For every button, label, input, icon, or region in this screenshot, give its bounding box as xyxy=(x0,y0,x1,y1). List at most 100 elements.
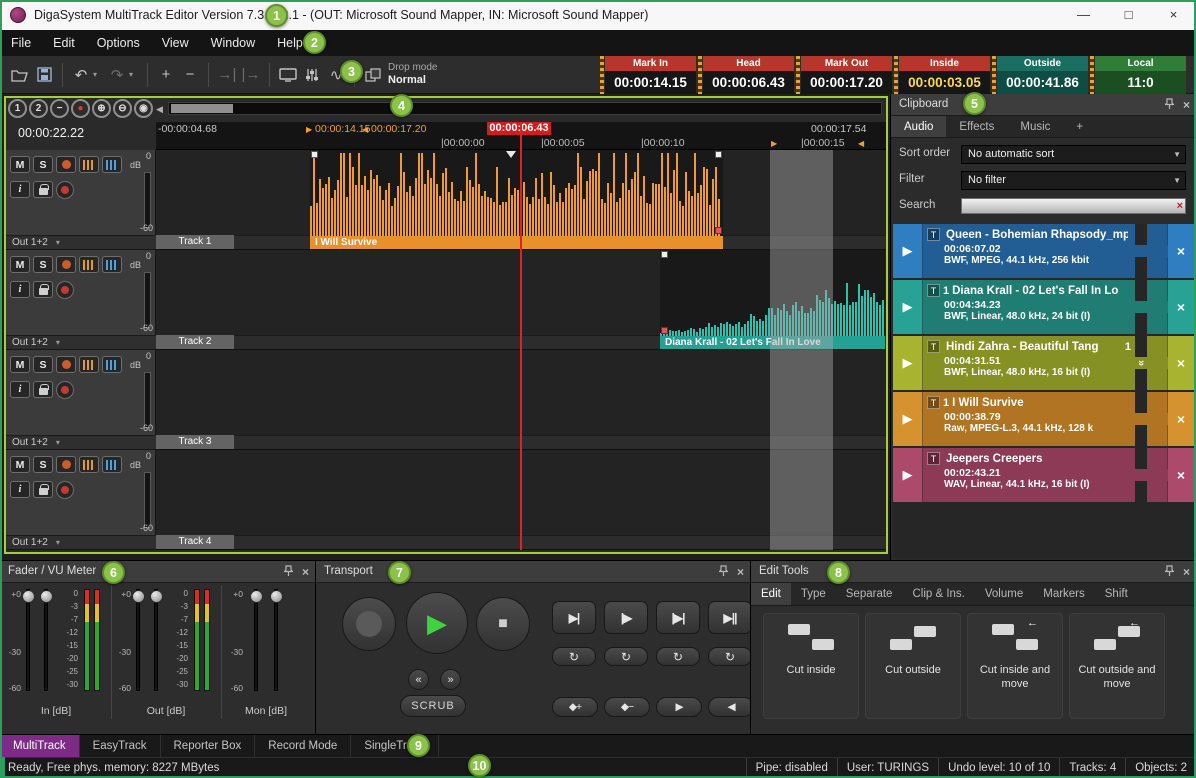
undo-dropdown-icon[interactable]: ▾ xyxy=(93,70,103,79)
play-button[interactable]: ▶ xyxy=(406,592,468,654)
cut-outside-button[interactable]: Cut outside xyxy=(865,613,961,719)
track-name-tab[interactable]: Track 3 xyxy=(156,435,234,449)
rewind-button[interactable]: « xyxy=(408,669,429,690)
output-routing[interactable]: Out 1+2▾ xyxy=(6,435,156,449)
mute-button[interactable]: M xyxy=(10,456,30,473)
add-icon[interactable]: + xyxy=(154,62,178,88)
next-marker-button[interactable]: ▶ xyxy=(656,697,702,717)
remove-marker-button[interactable]: ◆− xyxy=(604,697,650,717)
object-left-icon[interactable]: →| xyxy=(215,62,239,88)
scrollbar-thumb[interactable] xyxy=(171,104,233,113)
lock-button[interactable] xyxy=(33,181,53,198)
scrub-button[interactable]: SCRUB xyxy=(400,695,466,717)
clear-search-icon[interactable]: × xyxy=(1177,199,1183,214)
stop-button[interactable]: ■ xyxy=(476,597,530,651)
tab-volume[interactable]: Volume xyxy=(975,583,1033,605)
record-arm-button[interactable] xyxy=(56,381,74,399)
clip-play-button[interactable]: ▶ xyxy=(893,392,923,446)
playhead[interactable] xyxy=(520,122,522,550)
tab-reporter-box[interactable]: Reporter Box xyxy=(161,735,256,757)
zoom-in-button[interactable]: ⊕ xyxy=(92,99,111,118)
record-arm-button[interactable] xyxy=(56,181,74,199)
clip-play-button[interactable]: ▶ xyxy=(893,336,923,390)
info-button[interactable]: i xyxy=(10,281,30,298)
fader-slider[interactable] xyxy=(44,589,48,691)
fader-knob[interactable] xyxy=(150,590,163,603)
redo-dropdown-icon[interactable]: ▾ xyxy=(129,70,139,79)
clip-type-badge[interactable]: T xyxy=(927,228,940,241)
pin-icon[interactable] xyxy=(284,565,293,580)
vu-meter-button[interactable] xyxy=(79,256,99,273)
tab-edit[interactable]: Edit xyxy=(751,583,791,605)
open-folder-icon[interactable] xyxy=(8,62,32,88)
add-marker-button[interactable]: ◆+ xyxy=(552,697,598,717)
skip-to-end-button[interactable]: ▶| xyxy=(552,601,596,634)
solo-button[interactable]: S xyxy=(33,356,53,373)
clip-type-badge[interactable]: T xyxy=(927,340,940,353)
fader-slider[interactable] xyxy=(254,589,258,691)
lock-button[interactable] xyxy=(33,281,53,298)
menu-edit[interactable]: Edit xyxy=(42,30,86,56)
clip-handle[interactable] xyxy=(715,227,722,234)
tab-shift[interactable]: Shift xyxy=(1095,583,1138,605)
clip-close-button[interactable]: × xyxy=(1167,392,1194,446)
fader-slider[interactable] xyxy=(154,589,158,691)
fader-knob[interactable] xyxy=(270,590,283,603)
tab-music[interactable]: Music xyxy=(1007,116,1063,137)
fader-slider[interactable] xyxy=(136,589,140,691)
remove-icon[interactable]: − xyxy=(178,62,202,88)
loop-button[interactable]: ↻ xyxy=(708,647,752,666)
scroll-left-icon[interactable]: ◀ xyxy=(156,104,163,115)
zoom-out-button[interactable]: ⊖ xyxy=(113,99,132,118)
collapse-button[interactable]: − xyxy=(50,99,69,118)
cut-inside-button[interactable]: Cut inside xyxy=(763,613,859,719)
clip-handle[interactable] xyxy=(311,151,318,158)
record-arm-button[interactable] xyxy=(56,281,74,299)
info-button[interactable]: i xyxy=(10,481,30,498)
play-selection-button[interactable]: |▶| xyxy=(656,601,700,634)
maximize-button[interactable]: □ xyxy=(1106,0,1151,30)
clip-close-button[interactable]: × xyxy=(1167,224,1194,278)
lock-button[interactable] xyxy=(33,381,53,398)
close-panel-button[interactable]: × xyxy=(1183,98,1190,112)
filter-select[interactable]: No filter▼ xyxy=(961,171,1186,190)
menu-file[interactable]: File xyxy=(0,30,42,56)
object-right-icon[interactable]: |→ xyxy=(239,62,263,88)
audio-clip[interactable]: I Will Survive xyxy=(310,150,723,250)
mute-button[interactable]: M xyxy=(10,356,30,373)
layout-1-button[interactable]: 1 xyxy=(8,99,27,118)
info-button[interactable]: i xyxy=(10,381,30,398)
clipboard-entry[interactable]: ▶ T Jeepers Creepers 00:02:43.21 WAV, Li… xyxy=(893,448,1194,502)
monitor-icon[interactable] xyxy=(276,62,300,88)
mute-button[interactable]: M xyxy=(10,156,30,173)
loop-button[interactable]: ↻ xyxy=(656,647,700,666)
previous-marker-button[interactable]: ◀ xyxy=(708,697,754,717)
solo-button[interactable]: S xyxy=(33,456,53,473)
tab-easytrack[interactable]: EasyTrack xyxy=(80,735,161,757)
minimize-button[interactable]: — xyxy=(1061,0,1106,30)
fader-knob[interactable] xyxy=(132,590,145,603)
output-routing[interactable]: Out 1+2▾ xyxy=(6,535,156,549)
clipboard-entry[interactable]: ▶ T 1 I Will Survive 00:00:38.79 Raw, MP… xyxy=(893,392,1194,446)
clip-handle[interactable] xyxy=(715,151,722,158)
clip-close-button[interactable]: × xyxy=(1167,336,1194,390)
play-to-end-button[interactable]: ▶|| xyxy=(708,601,752,634)
close-panel-button[interactable]: × xyxy=(1183,565,1190,579)
tab-add[interactable]: + xyxy=(1063,116,1096,137)
close-panel-button[interactable]: × xyxy=(737,565,744,579)
tab-record-mode[interactable]: Record Mode xyxy=(255,735,351,757)
fader-knob[interactable] xyxy=(22,590,35,603)
record-arm-button[interactable] xyxy=(56,481,74,499)
track-name-tab[interactable]: Track 1 xyxy=(156,235,234,249)
vu-meter-button[interactable] xyxy=(79,456,99,473)
sort-order-select[interactable]: No automatic sort▼ xyxy=(961,145,1186,164)
output-button[interactable] xyxy=(56,256,76,273)
menu-options[interactable]: Options xyxy=(86,30,151,56)
clip-title-bar[interactable]: I Will Survive xyxy=(310,236,723,250)
record-button[interactable] xyxy=(342,597,396,651)
tab-markers[interactable]: Markers xyxy=(1033,583,1095,605)
search-input[interactable] xyxy=(963,200,1163,212)
clipboard-entry[interactable]: ▶ T 1 Diana Krall - 02 Let's Fall In Lo … xyxy=(893,280,1194,334)
clip-play-button[interactable]: ▶ xyxy=(893,224,923,278)
record-indicator-button[interactable]: ● xyxy=(71,99,90,118)
